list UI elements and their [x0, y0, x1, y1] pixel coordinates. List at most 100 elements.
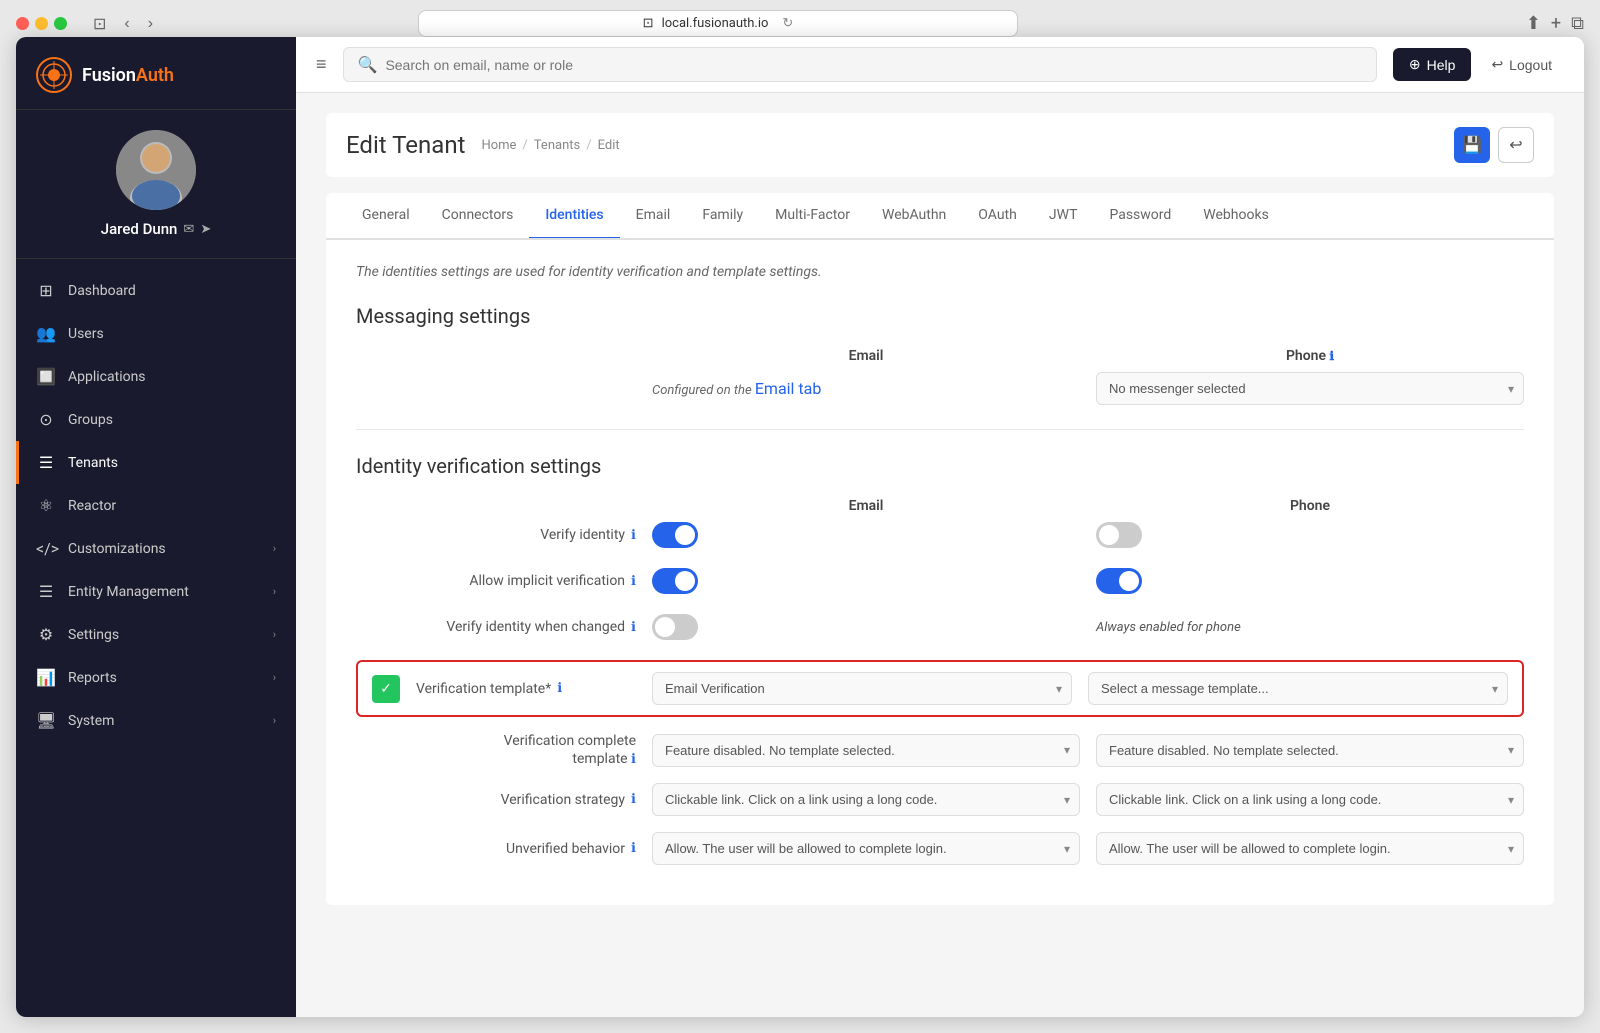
- verification-complete-email-select[interactable]: Feature disabled. No template selected.: [652, 734, 1080, 767]
- checkmark-icon: ✓: [372, 675, 400, 703]
- user-name: Jared Dunn ✉ ➤: [101, 220, 211, 238]
- verification-template-phone-select[interactable]: Select a message template...: [1088, 672, 1508, 705]
- search-input[interactable]: [385, 57, 1361, 73]
- new-tab-icon[interactable]: +: [1551, 13, 1561, 34]
- user-message-icon: ✉: [183, 222, 194, 237]
- verification-complete-email-select-wrap: Feature disabled. No template selected.: [652, 734, 1080, 767]
- help-button[interactable]: ⊕ Help: [1393, 48, 1472, 81]
- breadcrumb-tenants[interactable]: Tenants: [534, 138, 580, 153]
- sidebar-item-dashboard[interactable]: ⊞ Dashboard: [16, 269, 296, 312]
- verify-identity-phone-toggle[interactable]: [1096, 522, 1142, 548]
- avatar: [116, 130, 196, 210]
- tab-password[interactable]: Password: [1093, 193, 1187, 240]
- breadcrumb-sep: /: [586, 138, 591, 153]
- tab-family[interactable]: Family: [686, 193, 759, 240]
- identity-verification-section-title: Identity verification settings: [356, 454, 1524, 478]
- traffic-light-green[interactable]: [54, 17, 67, 30]
- tab-bar: General Connectors Identities Email Fami…: [326, 193, 1554, 240]
- sidebar-item-label: Customizations: [68, 541, 166, 557]
- always-enabled-phone-text: Always enabled for phone: [1096, 620, 1524, 635]
- tab-webhooks[interactable]: Webhooks: [1187, 193, 1285, 240]
- allow-implicit-phone-toggle[interactable]: [1096, 568, 1142, 594]
- sidebar-item-system[interactable]: 🖥 System ›: [16, 699, 296, 742]
- verification-complete-info-icon[interactable]: ℹ: [631, 752, 636, 767]
- tab-oauth[interactable]: OAuth: [962, 193, 1033, 240]
- sidebar-item-groups[interactable]: ⊙ Groups: [16, 398, 296, 441]
- sidebar-item-reactor[interactable]: ⚛ Reactor: [16, 484, 296, 527]
- verification-strategy-phone-select-wrap: Clickable link. Click on a link using a …: [1096, 783, 1524, 816]
- logout-icon: ↩: [1491, 56, 1503, 73]
- back-button[interactable]: ↩: [1498, 127, 1534, 163]
- forward-btn[interactable]: ›: [142, 12, 159, 36]
- help-icon: ⊕: [1409, 56, 1421, 73]
- phone-col-header2: Phone: [1096, 498, 1524, 514]
- windows-icon[interactable]: ⧉: [1571, 13, 1584, 34]
- tab-general[interactable]: General: [346, 193, 426, 240]
- sidebar-toggle-btn[interactable]: ⊡: [87, 12, 112, 36]
- back-btn[interactable]: ‹: [118, 12, 135, 36]
- breadcrumb: Home / Tenants / Edit: [481, 138, 619, 153]
- main-content: ≡ 🔍 ⊕ Help ↩ Logout Edit Tena: [296, 37, 1584, 1017]
- verification-strategy-phone-select[interactable]: Clickable link. Click on a link using a …: [1096, 783, 1524, 816]
- sidebar-item-tenants[interactable]: ☰ Tenants: [16, 441, 296, 484]
- sidebar-item-applications[interactable]: 🔲 Applications: [16, 355, 296, 398]
- phone-info-icon[interactable]: ℹ: [1330, 349, 1335, 363]
- sidebar-user-profile: Jared Dunn ✉ ➤: [16, 110, 296, 259]
- tab-jwt[interactable]: JWT: [1033, 193, 1094, 240]
- phone-messenger-select[interactable]: No messenger selected: [1096, 372, 1524, 405]
- verify-when-changed-info-icon[interactable]: ℹ: [631, 620, 636, 635]
- unverified-behavior-phone-select-wrap: Allow. The user will be allowed to compl…: [1096, 832, 1524, 865]
- reload-icon[interactable]: ↻: [782, 16, 793, 31]
- verify-identity-email-toggle[interactable]: [652, 522, 698, 548]
- user-location-icon: ➤: [200, 222, 211, 237]
- verification-complete-phone-select[interactable]: Feature disabled. No template selected.: [1096, 734, 1524, 767]
- tab-multi-factor[interactable]: Multi-Factor: [759, 193, 866, 240]
- share-icon[interactable]: ⬆: [1526, 13, 1541, 34]
- verification-template-email-select-wrap: Email Verification: [652, 672, 1072, 705]
- verification-template-info-icon[interactable]: ℹ: [557, 681, 562, 696]
- email-col-header: Email: [652, 348, 1080, 364]
- allow-implicit-email-toggle[interactable]: [652, 568, 698, 594]
- verification-template-email-select[interactable]: Email Verification: [652, 672, 1072, 705]
- identity-col-headers: Email Phone: [356, 498, 1524, 514]
- tab-email[interactable]: Email: [620, 193, 687, 240]
- save-button[interactable]: 💾: [1454, 127, 1490, 163]
- edit-tenant-card: General Connectors Identities Email Fami…: [326, 193, 1554, 905]
- tab-webauthn[interactable]: WebAuthn: [866, 193, 962, 240]
- messaging-email-value: Configured on the Email tab: [652, 379, 1080, 398]
- messaging-section-title: Messaging settings: [356, 304, 1524, 328]
- traffic-light-yellow[interactable]: [35, 17, 48, 30]
- settings-icon: ⚙: [36, 625, 56, 644]
- verification-strategy-label: Verification strategy ℹ: [356, 792, 636, 808]
- email-tab-link[interactable]: Email tab: [755, 379, 822, 398]
- customizations-icon: </>: [36, 539, 56, 558]
- breadcrumb-current: Edit: [598, 138, 620, 153]
- topbar: ≡ 🔍 ⊕ Help ↩ Logout: [296, 37, 1584, 93]
- fusionauth-logo-icon: [36, 57, 72, 93]
- verify-identity-info-icon[interactable]: ℹ: [631, 528, 636, 543]
- unverified-behavior-email-select-wrap: Allow. The user will be allowed to compl…: [652, 832, 1080, 865]
- menu-toggle-icon[interactable]: ≡: [316, 54, 327, 75]
- verification-strategy-email-select[interactable]: Clickable link. Click on a link using a …: [652, 783, 1080, 816]
- groups-icon: ⊙: [36, 410, 56, 429]
- chevron-right-icon: ›: [273, 714, 276, 727]
- unverified-behavior-email-select[interactable]: Allow. The user will be allowed to compl…: [652, 832, 1080, 865]
- tab-connectors[interactable]: Connectors: [426, 193, 530, 240]
- unverified-behavior-phone-select[interactable]: Allow. The user will be allowed to compl…: [1096, 832, 1524, 865]
- sidebar-item-settings[interactable]: ⚙ Settings ›: [16, 613, 296, 656]
- sidebar: FusionAuth Jared Dunn ✉ ➤: [16, 37, 296, 1017]
- unverified-behavior-info-icon[interactable]: ℹ: [631, 841, 636, 856]
- verify-when-changed-email-toggle[interactable]: [652, 614, 698, 640]
- sidebar-item-reports[interactable]: 📊 Reports ›: [16, 656, 296, 699]
- tab-identities[interactable]: Identities: [529, 193, 619, 240]
- logout-button[interactable]: ↩ Logout: [1479, 48, 1564, 81]
- verification-strategy-info-icon[interactable]: ℹ: [631, 792, 636, 807]
- allow-implicit-info-icon[interactable]: ℹ: [631, 574, 636, 589]
- address-bar: ⊡ local.fusionauth.io ↻: [418, 10, 1018, 37]
- sidebar-item-customizations[interactable]: </> Customizations ›: [16, 527, 296, 570]
- breadcrumb-home[interactable]: Home: [481, 138, 516, 153]
- sidebar-item-users[interactable]: 👥 Users: [16, 312, 296, 355]
- sidebar-item-label: Users: [68, 326, 104, 342]
- sidebar-item-entity-management[interactable]: ☰ Entity Management ›: [16, 570, 296, 613]
- traffic-light-red[interactable]: [16, 17, 29, 30]
